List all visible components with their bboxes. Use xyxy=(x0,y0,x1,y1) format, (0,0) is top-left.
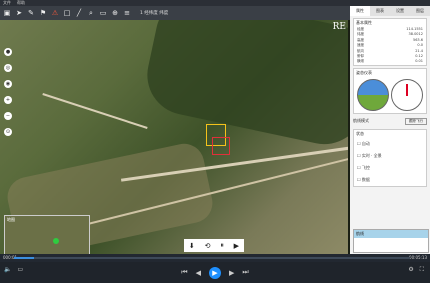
rotate-icon[interactable]: ⟲ xyxy=(205,242,211,250)
road xyxy=(42,93,148,129)
right-panel: 属性 图表 设置 图层 基本属性 经度 114.1551 纬度 38.0012 高度… xyxy=(350,6,430,254)
mode-select[interactable]: 跟踪飞行 xyxy=(405,117,427,125)
screen-icon[interactable]: ▭ xyxy=(17,266,23,273)
skip-forward-icon[interactable]: ⏭ xyxy=(242,268,248,277)
toolbar: ▣ ➤ ✎ ⚑ ⚠ □ ╱ ⌕ ▭ ⊕ ≡ 1 经纬度 纬度 xyxy=(0,6,352,20)
cursor-icon[interactable]: ➤ xyxy=(14,8,24,18)
section-title: 状态 xyxy=(356,130,364,136)
drone-control-bar: ⬇ ⟲ ⏸ ▶ xyxy=(184,239,244,252)
line-icon[interactable]: ╱ xyxy=(74,8,84,18)
download-icon[interactable]: ⬇ xyxy=(189,242,195,250)
play-button[interactable]: ▶ xyxy=(209,266,221,279)
prop-row: 横滚 0.01 xyxy=(357,59,423,64)
player-controls: ⏮ ◀ ▶ ▶ ⏭ xyxy=(0,262,430,283)
ruler-icon[interactable]: ▭ xyxy=(98,8,108,18)
step-forward-icon[interactable]: ▶ xyxy=(229,269,234,277)
checkbox-row[interactable]: ☐ 飞控 xyxy=(354,162,426,174)
properties-section: 基本属性 经度 114.1551 纬度 38.0012 高度 563.6 速度 0.0 … xyxy=(353,18,427,66)
mode-row: 航线模式 跟踪飞行 xyxy=(350,116,430,127)
zoom-in-icon[interactable]: + xyxy=(4,96,12,104)
terrain-ridge xyxy=(139,20,348,152)
skip-back-icon[interactable]: ⏮ xyxy=(181,268,187,277)
recenter-icon[interactable]: ⊙ xyxy=(4,128,12,136)
map-overlay-text: RE xyxy=(332,22,346,32)
waypoint-list[interactable]: 航线 xyxy=(353,229,429,253)
attitude-indicator xyxy=(357,78,389,111)
pen-icon[interactable]: ✎ xyxy=(26,8,36,18)
map-view[interactable]: RE ● ◎ ◉ + − ⊙ 地图 ⬇ ⟲ ⏸ ▶ xyxy=(0,20,348,254)
minimap[interactable]: 地图 xyxy=(4,215,90,254)
gps-icon[interactable]: ◉ xyxy=(4,80,12,88)
heading-indicator xyxy=(391,78,423,111)
fullscreen-icon[interactable]: ⛶ xyxy=(420,266,424,274)
zoom-icon[interactable]: ⌕ xyxy=(86,8,96,18)
tab-charts[interactable]: 图表 xyxy=(370,6,390,16)
checkbox-row[interactable]: ☐ 自动 xyxy=(354,138,426,150)
pause-icon[interactable]: ⏸ xyxy=(220,241,224,250)
layers-icon[interactable]: ≡ xyxy=(122,8,132,18)
compass-icon[interactable]: ◎ xyxy=(4,64,12,72)
step-back-icon[interactable]: ◀ xyxy=(196,269,201,277)
player-right-controls: ⚙ ⛶ xyxy=(408,266,424,274)
total-time: 00:05:13 xyxy=(409,255,427,260)
checkbox-row[interactable]: ☐ 实时 · 全景 xyxy=(354,150,426,162)
minimap-label: 地图 xyxy=(7,217,15,222)
progress-fill xyxy=(14,257,34,259)
square-icon[interactable]: □ xyxy=(62,8,72,18)
target-icon[interactable]: ⊕ xyxy=(110,8,120,18)
section-title: 姿态仪表 xyxy=(356,69,372,75)
progress-bar[interactable] xyxy=(14,257,410,259)
waypoint-header: 航线 xyxy=(354,230,428,238)
play-icon[interactable]: ▶ xyxy=(234,242,239,250)
tab-properties[interactable]: 属性 xyxy=(350,6,370,16)
mode-label: 航线模式 xyxy=(353,117,369,123)
flag-icon[interactable]: ⚑ xyxy=(38,8,48,18)
tab-settings[interactable]: 设置 xyxy=(390,6,410,16)
toolbar-info: 1 经纬度 纬度 xyxy=(140,11,169,16)
left-toolbar: ● ◎ ◉ + − ⊙ xyxy=(4,48,13,136)
panel-tabs: 属性 图表 设置 图层 xyxy=(350,6,430,16)
folder-icon[interactable]: ▣ xyxy=(2,8,12,18)
zoom-out-icon[interactable]: − xyxy=(4,112,12,120)
section-title: 基本属性 xyxy=(356,20,372,25)
checkbox-row[interactable]: ☐ 数据 xyxy=(354,174,426,186)
gauges-section: 姿态仪表 xyxy=(353,67,427,114)
status-section: 状态 ☐ 自动 ☐ 实时 · 全景 ☐ 飞控 ☐ 数据 xyxy=(353,128,427,187)
location-icon[interactable]: ● xyxy=(4,48,12,56)
tab-layers[interactable]: 图层 xyxy=(410,6,430,16)
target-box-red[interactable] xyxy=(212,137,230,155)
warning-icon[interactable]: ⚠ xyxy=(50,8,60,18)
position-marker xyxy=(53,238,59,244)
volume-icon[interactable]: 🔈 xyxy=(4,266,11,273)
settings-icon[interactable]: ⚙ xyxy=(408,266,413,274)
player-left-controls: 🔈 ▭ xyxy=(4,266,23,273)
